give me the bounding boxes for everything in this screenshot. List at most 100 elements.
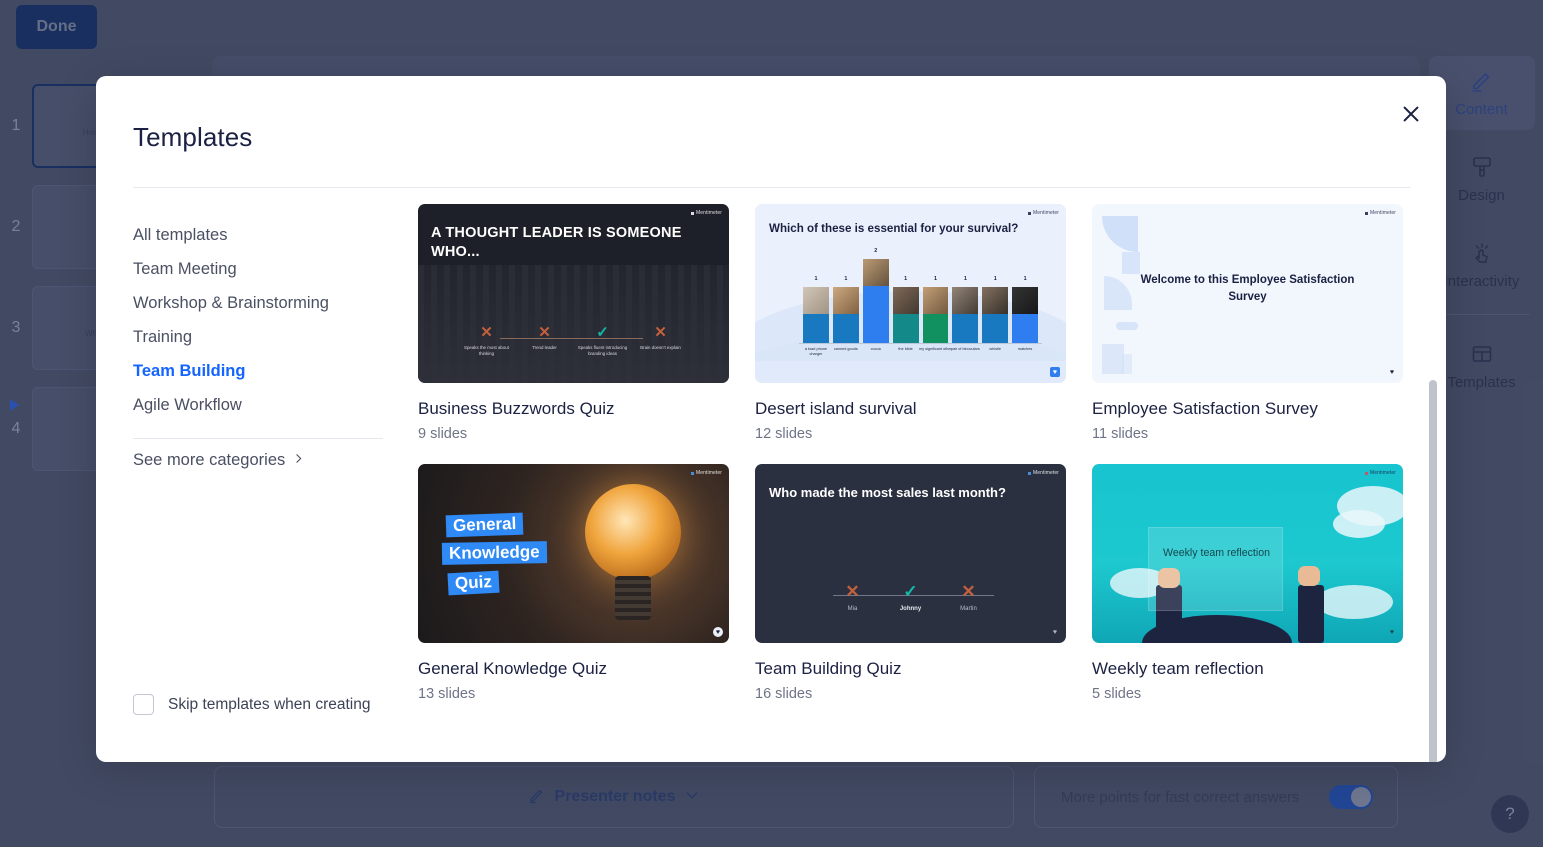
- chart-axis-line: [799, 343, 1042, 344]
- answer-option: ✓ Speaks fluent introducing branding ide…: [574, 325, 632, 357]
- lightbulb-image: [585, 484, 681, 580]
- modal-body: All templates Team Meeting Workshop & Br…: [96, 188, 1446, 762]
- incorrect-icon: ✕: [845, 581, 860, 601]
- bar-value-label: 1: [904, 276, 908, 282]
- bar-chart: 1 a toad phone charger 1 canned goods 2 …: [803, 247, 1038, 356]
- bar-item: 1 pair of binoculars: [951, 276, 980, 351]
- answer-option: ✕ Speaks the most about thinking: [458, 324, 516, 357]
- bar-item: 1 a toad phone charger: [803, 276, 829, 356]
- thumbnail-headline: A THOUGHT LEADER IS SOMEONE WHO...: [431, 225, 682, 260]
- template-card-desert-island-survival[interactable]: Which of these is essential for your sur…: [755, 204, 1066, 442]
- template-card-general-knowledge-quiz[interactable]: General Knowledge Quiz Mentimeter ♥ Gene…: [418, 464, 729, 702]
- chevron-right-icon: [292, 451, 305, 470]
- bar-image: [862, 259, 889, 286]
- lightbulb-base: [615, 576, 651, 620]
- bar-value-label: 1: [963, 276, 967, 282]
- answer-option-label: Brain doesn't explain: [640, 345, 681, 351]
- template-card-weekly-team-reflection[interactable]: Weekly team reflection Mentimeter ♥ Week…: [1092, 464, 1403, 702]
- mentimeter-watermark: Mentimeter: [1364, 210, 1396, 216]
- cloud-decoration: [1333, 510, 1385, 538]
- incorrect-icon: ✕: [480, 324, 493, 342]
- category-item-workshop-brainstorming[interactable]: Workshop & Brainstorming: [133, 286, 418, 320]
- bar-image: [982, 287, 1009, 314]
- mentimeter-watermark: Mentimeter: [690, 470, 722, 476]
- answer-option-label: Martin: [960, 605, 977, 612]
- decoration-shape: [1122, 354, 1132, 374]
- category-item-team-building[interactable]: Team Building: [133, 354, 418, 388]
- reaction-badge: ♥: [713, 627, 723, 637]
- template-name: Team Building Quiz: [755, 659, 902, 678]
- template-name: Weekly team reflection: [1092, 659, 1264, 678]
- template-slide-count: 16 slides: [755, 686, 813, 702]
- bar-image: [922, 287, 949, 314]
- reaction-badge: ♥: [1389, 628, 1395, 636]
- bar-fill: [892, 314, 919, 343]
- correct-icon: ✓: [903, 581, 918, 601]
- skip-templates-checkbox[interactable]: [133, 694, 154, 715]
- skip-templates-label: Skip templates when creating: [168, 695, 371, 713]
- template-thumbnail: Welcome to this Employee Satisfaction Su…: [1092, 204, 1403, 383]
- city-background-image: [418, 265, 729, 383]
- bar-value-label: 1: [1023, 276, 1027, 282]
- template-thumbnail: A THOUGHT LEADER IS SOMEONE WHO... ✕ Spe…: [418, 204, 729, 383]
- template-slide-count: 13 slides: [418, 686, 476, 702]
- template-thumbnail: Who made the most sales last month? ✕ Mi…: [755, 464, 1066, 643]
- modal-title: Templates: [133, 122, 253, 152]
- bar-category-label: pair of binoculars: [950, 347, 980, 351]
- bar-fill: [982, 314, 1009, 343]
- reaction-badge: ♥: [1389, 368, 1395, 376]
- bar-fill: [862, 286, 889, 343]
- category-divider: [133, 438, 383, 439]
- bar-fill: [952, 314, 979, 343]
- template-slide-count: 9 slides: [418, 426, 468, 442]
- reaction-badge: ♥: [1052, 628, 1058, 636]
- template-card-team-building-quiz[interactable]: Who made the most sales last month? ✕ Mi…: [755, 464, 1066, 702]
- template-grid-scroll-area[interactable]: A THOUGHT LEADER IS SOMEONE WHO... ✕ Spe…: [418, 188, 1446, 762]
- cloud-decoration: [1315, 585, 1393, 619]
- mentimeter-watermark: Mentimeter: [690, 210, 722, 216]
- bar-category-label: cocoa: [870, 347, 881, 351]
- close-icon[interactable]: [1393, 96, 1429, 132]
- answer-option-label: Johnny: [899, 605, 922, 612]
- bar-fill: [832, 314, 859, 343]
- template-grid-scrollbar[interactable]: [1429, 380, 1437, 762]
- decoration-shape: [1104, 276, 1132, 310]
- category-item-training[interactable]: Training: [133, 320, 418, 354]
- mentimeter-watermark: Mentimeter: [1027, 210, 1059, 216]
- see-more-categories-link[interactable]: See more categories: [133, 451, 305, 470]
- template-thumbnail: General Knowledge Quiz Mentimeter ♥: [418, 464, 729, 643]
- thumbnail-headline: Who made the most sales last month?: [769, 485, 1006, 500]
- decoration-shape: [1122, 252, 1140, 274]
- bar-item: 1 canned goods: [832, 276, 859, 351]
- bar-value-label: 1: [814, 276, 818, 282]
- bar-value-label: 1: [933, 276, 937, 282]
- bar-image: [1012, 287, 1038, 314]
- reaction-badge: ♥: [1050, 367, 1060, 377]
- bar-category-label: matches: [1017, 347, 1033, 351]
- thumbnail-headline-line: General: [445, 512, 524, 538]
- arm-right: [1298, 585, 1324, 643]
- template-name: Business Buzzwords Quiz: [418, 399, 615, 418]
- skip-templates-row[interactable]: Skip templates when creating: [133, 694, 370, 715]
- thumbnail-headline: Weekly team reflection: [1163, 547, 1270, 559]
- category-item-agile-workflow[interactable]: Agile Workflow: [133, 388, 418, 422]
- fist-right: [1298, 566, 1320, 586]
- category-item-team-meeting[interactable]: Team Meeting: [133, 252, 418, 286]
- bar-category-label: whistle: [989, 347, 1001, 351]
- category-item-all-templates[interactable]: All templates: [133, 218, 418, 252]
- template-grid: A THOUGHT LEADER IS SOMEONE WHO... ✕ Spe…: [418, 204, 1446, 702]
- see-more-categories-label: See more categories: [133, 451, 286, 469]
- template-thumbnail: Which of these is essential for your sur…: [755, 204, 1066, 383]
- bar-value-label: 2: [874, 248, 878, 254]
- bar-item: 1 whistle: [982, 276, 1009, 351]
- template-card-business-buzzwords-quiz[interactable]: A THOUGHT LEADER IS SOMEONE WHO... ✕ Spe…: [418, 204, 729, 442]
- bar-item: 1 my significant other: [919, 276, 952, 351]
- answer-options-row: ✕ Speaks the most about thinking ✕ Trend…: [418, 324, 729, 357]
- modal-overlay[interactable]: Templates All templates Team Meeting Wor…: [0, 0, 1543, 847]
- answer-options-row: ✕ Mia ✓ Johnny ✕ Martin: [755, 581, 1066, 613]
- template-name: Employee Satisfaction Survey: [1092, 399, 1318, 418]
- bar-category-label: the bible: [898, 347, 913, 351]
- bar-fill: [1012, 314, 1038, 343]
- template-card-employee-satisfaction-survey[interactable]: Welcome to this Employee Satisfaction Su…: [1092, 204, 1403, 442]
- bar-category-label: a toad phone charger: [804, 347, 828, 357]
